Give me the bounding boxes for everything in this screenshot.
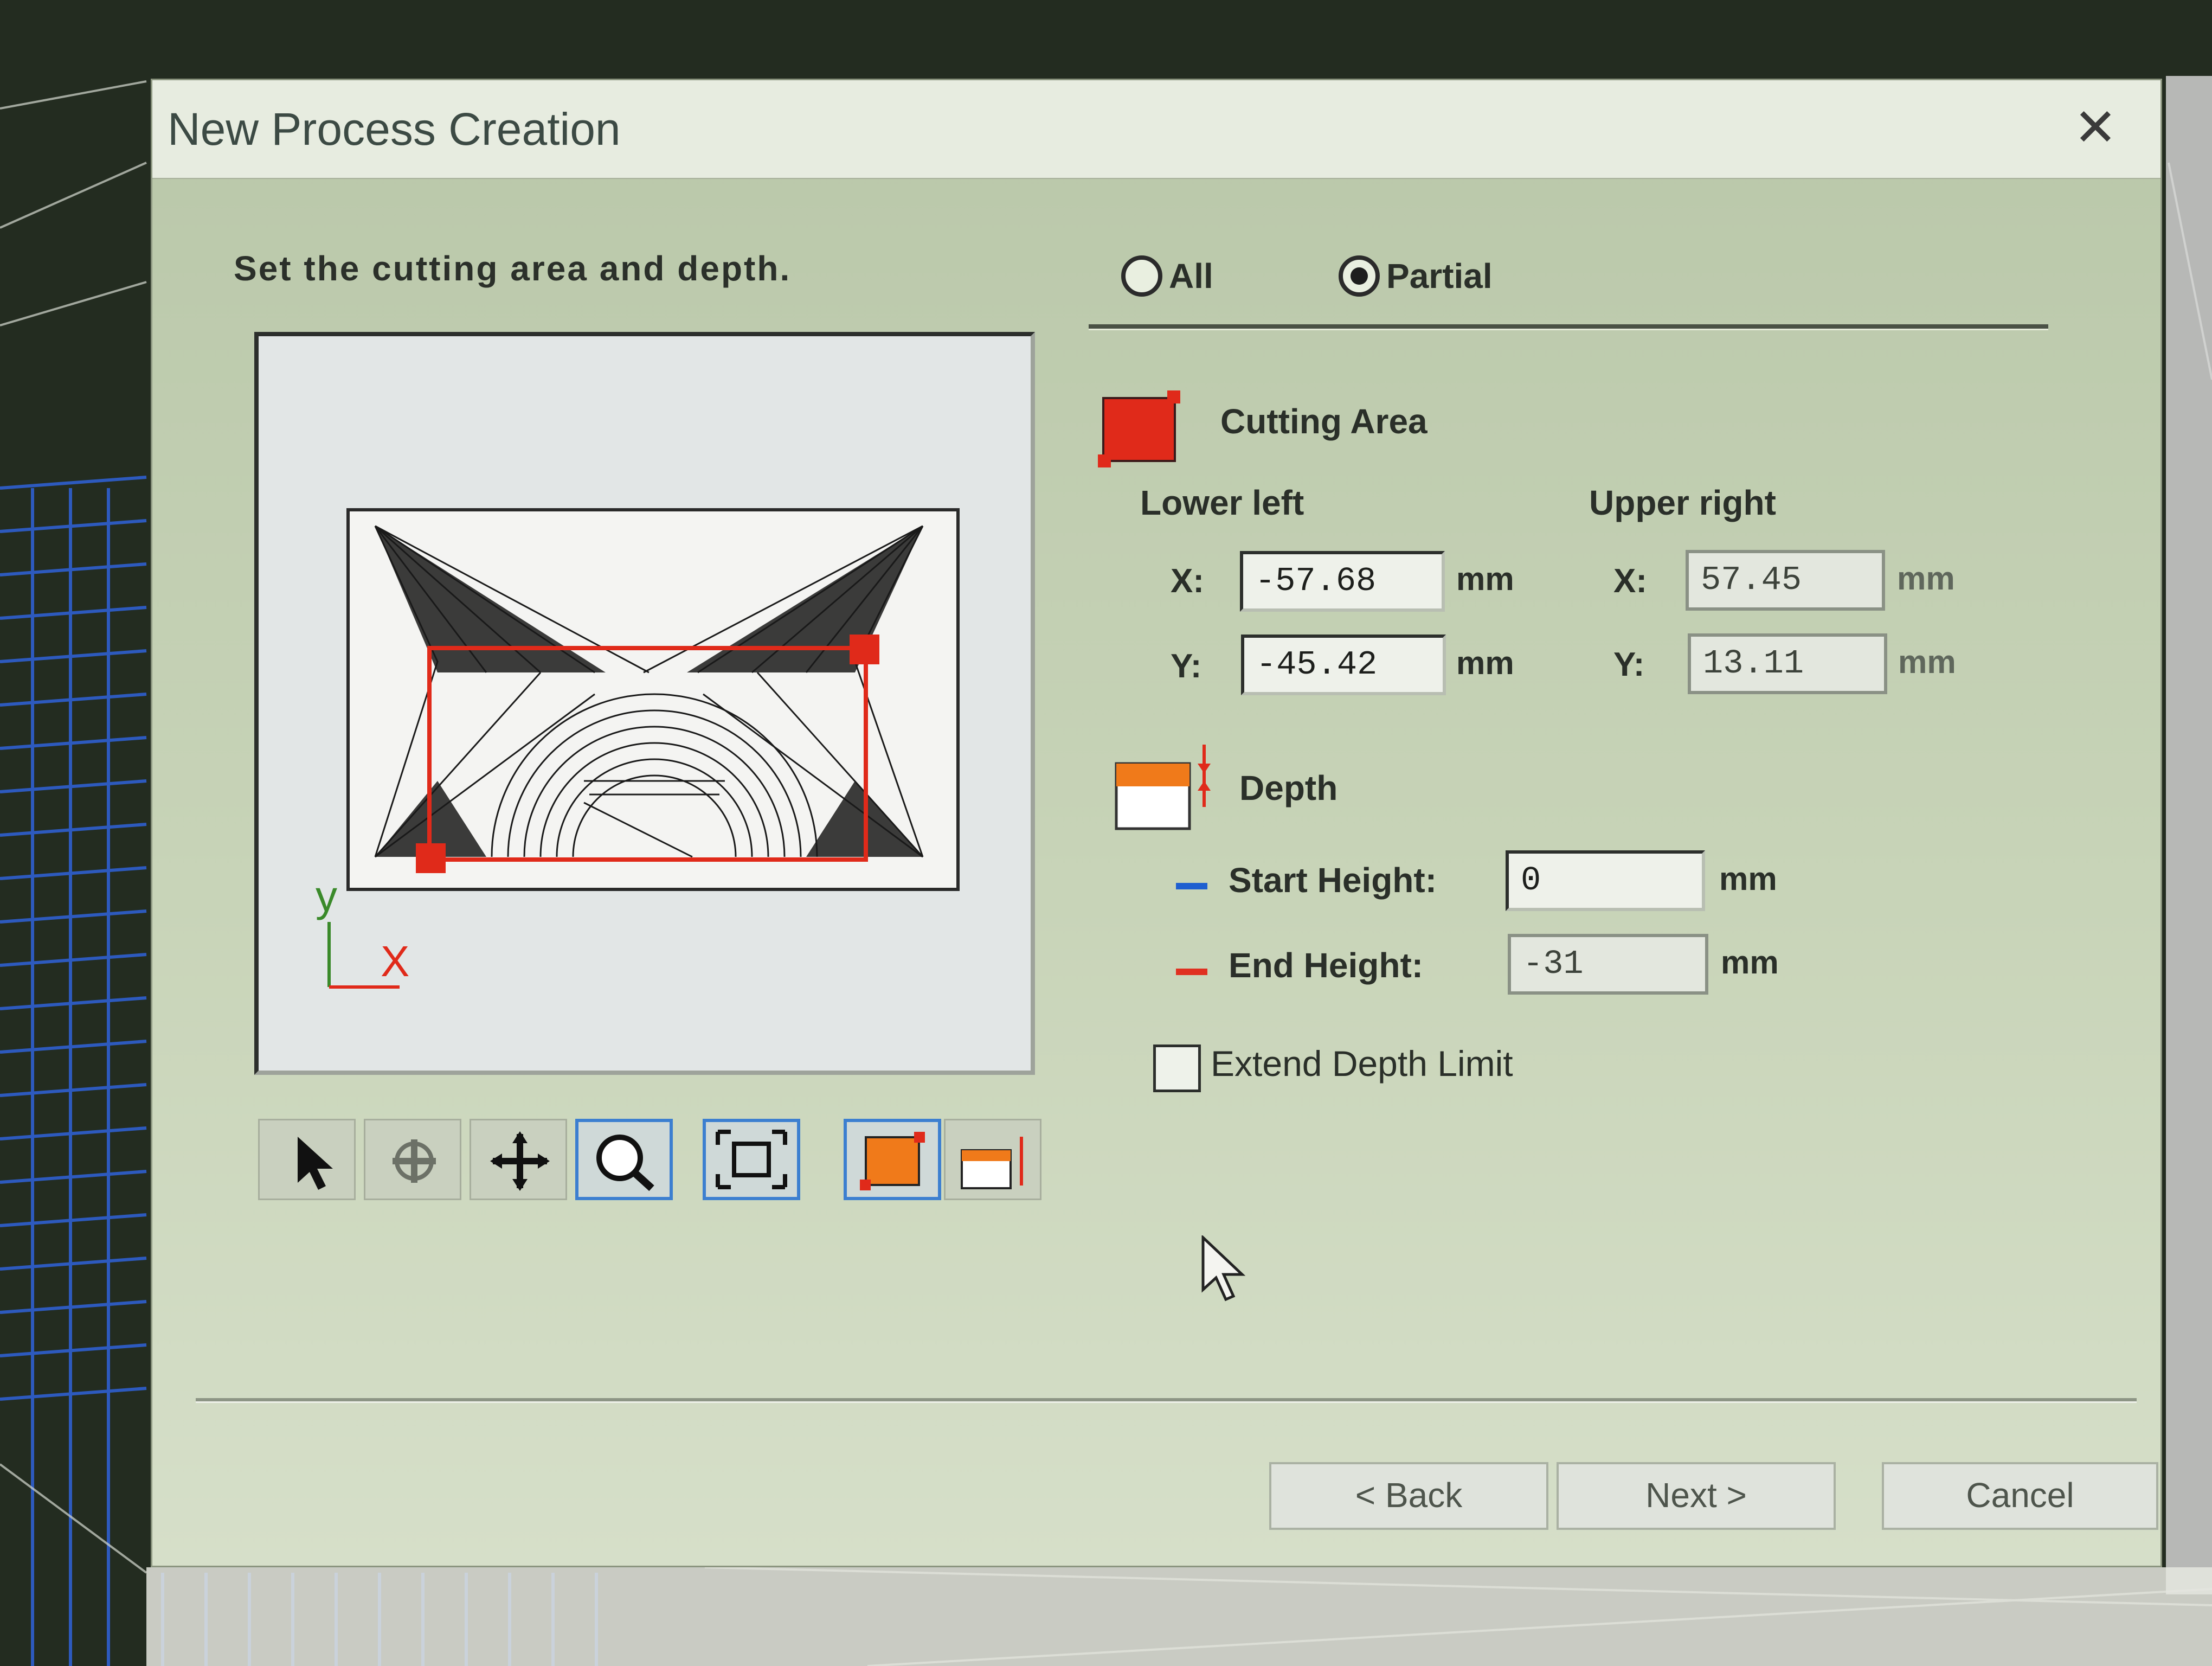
cancel-button[interactable]: Cancel: [1882, 1462, 2158, 1530]
instruction-text: Set the cutting area and depth.: [234, 249, 792, 288]
upper-right-x-input[interactable]: 57.45: [1686, 550, 1885, 611]
upper-right-x-label: X:: [1613, 562, 1647, 600]
cutting-area-icon: [860, 1132, 925, 1190]
mode-separator: [1089, 324, 2048, 330]
rotate-view-icon: [393, 1139, 436, 1183]
start-height-input[interactable]: 0: [1506, 850, 1705, 911]
radio-partial[interactable]: Partial: [1339, 252, 1493, 300]
radio-partial-indicator[interactable]: [1339, 255, 1380, 297]
close-button[interactable]: ✕: [2068, 101, 2123, 155]
title-bar: New Process Creation ✕: [152, 80, 2160, 179]
upper-right-handle: [850, 635, 879, 664]
lower-left-y-label: Y:: [1171, 648, 1202, 685]
upper-right-y-input[interactable]: 13.11: [1688, 633, 1887, 694]
depth-section-icon: [1115, 745, 1211, 830]
lower-left-heading: Lower left: [1140, 483, 1304, 522]
cutting-area-tool-button[interactable]: [844, 1119, 941, 1200]
depth-tool-button[interactable]: [944, 1119, 1041, 1200]
end-height-unit: mm: [1721, 944, 1779, 981]
lower-left-handle: [416, 843, 446, 873]
depth-label: Depth: [1239, 768, 1338, 808]
radio-all[interactable]: All: [1121, 252, 1213, 300]
end-height-input[interactable]: -31: [1508, 934, 1708, 995]
rotate-tool-button[interactable]: [364, 1119, 461, 1200]
cutting-area-label: Cutting Area: [1220, 402, 1427, 441]
lower-left-x-label: X:: [1171, 562, 1204, 600]
start-height-legend: [1176, 883, 1207, 889]
pan-icon: [490, 1131, 550, 1191]
zoom-tool-button[interactable]: [575, 1119, 673, 1200]
cutting-area-section-icon: [1098, 390, 1180, 467]
extend-depth-limit-checkbox[interactable]: [1153, 1045, 1201, 1092]
depth-icon: [961, 1137, 1023, 1189]
radio-partial-label: Partial: [1386, 257, 1493, 296]
start-height-label: Start Height:: [1229, 861, 1437, 900]
pan-tool-button[interactable]: [470, 1119, 567, 1200]
upper-right-heading: Upper right: [1589, 483, 1776, 522]
lower-left-y-unit: mm: [1456, 645, 1514, 681]
select-arrow-icon: [298, 1137, 333, 1190]
zoom-icon: [596, 1135, 654, 1191]
extend-depth-limit-label[interactable]: Extend Depth Limit: [1211, 1043, 1513, 1084]
lower-left-x-unit: mm: [1456, 561, 1514, 597]
upper-right-y-unit: mm: [1898, 644, 1956, 680]
footer-separator: [196, 1398, 2137, 1403]
upper-right-x-unit: mm: [1897, 560, 1955, 597]
mouse-pointer-icon: [1201, 1235, 1246, 1302]
close-icon: ✕: [2073, 99, 2118, 157]
start-height-unit: mm: [1719, 861, 1777, 897]
select-tool-button[interactable]: [258, 1119, 356, 1200]
end-height-label: End Height:: [1229, 946, 1424, 985]
end-height-legend: [1176, 969, 1207, 975]
upper-right-y-label: Y:: [1613, 646, 1645, 683]
toolpath-preview: y X: [316, 508, 960, 989]
preview-panel[interactable]: y X: [254, 332, 1035, 1075]
radio-all-label: All: [1169, 257, 1213, 296]
fit-view-tool-button[interactable]: [703, 1119, 800, 1200]
radio-all-indicator[interactable]: [1121, 255, 1162, 297]
back-button[interactable]: < Back: [1269, 1462, 1548, 1530]
lower-left-x-input[interactable]: -57.68: [1240, 551, 1445, 612]
new-process-dialog: New Process Creation ✕ Set the cutting a…: [151, 79, 2162, 1567]
next-button[interactable]: Next >: [1557, 1462, 1836, 1530]
dialog-title: New Process Creation: [168, 104, 621, 155]
x-axis-label: X: [381, 937, 409, 985]
y-axis-label: y: [316, 872, 337, 920]
lower-left-y-input[interactable]: -45.42: [1241, 635, 1446, 695]
fit-view-icon: [716, 1130, 787, 1189]
